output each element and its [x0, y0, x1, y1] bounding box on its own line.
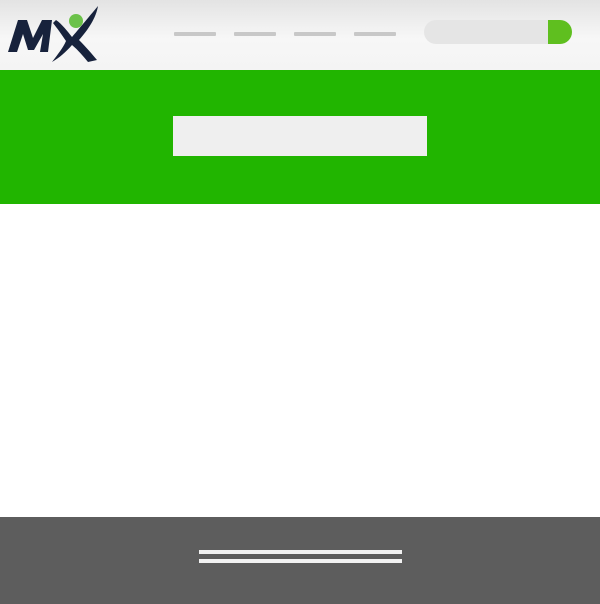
site-footer — [0, 517, 600, 604]
nav-link-1[interactable] — [174, 32, 216, 36]
footer-line-1 — [199, 550, 402, 554]
nav-link-2[interactable] — [234, 32, 276, 36]
hero-banner — [0, 70, 600, 204]
footer-line-2 — [199, 559, 402, 563]
search-button[interactable] — [548, 20, 572, 44]
search-input[interactable] — [424, 20, 548, 44]
nav-link-4[interactable] — [354, 32, 396, 36]
mx-logo[interactable] — [6, 4, 100, 64]
hero-title-box — [173, 116, 427, 156]
main-content — [0, 204, 600, 517]
nav-link-3[interactable] — [294, 32, 336, 36]
site-header — [0, 0, 600, 70]
